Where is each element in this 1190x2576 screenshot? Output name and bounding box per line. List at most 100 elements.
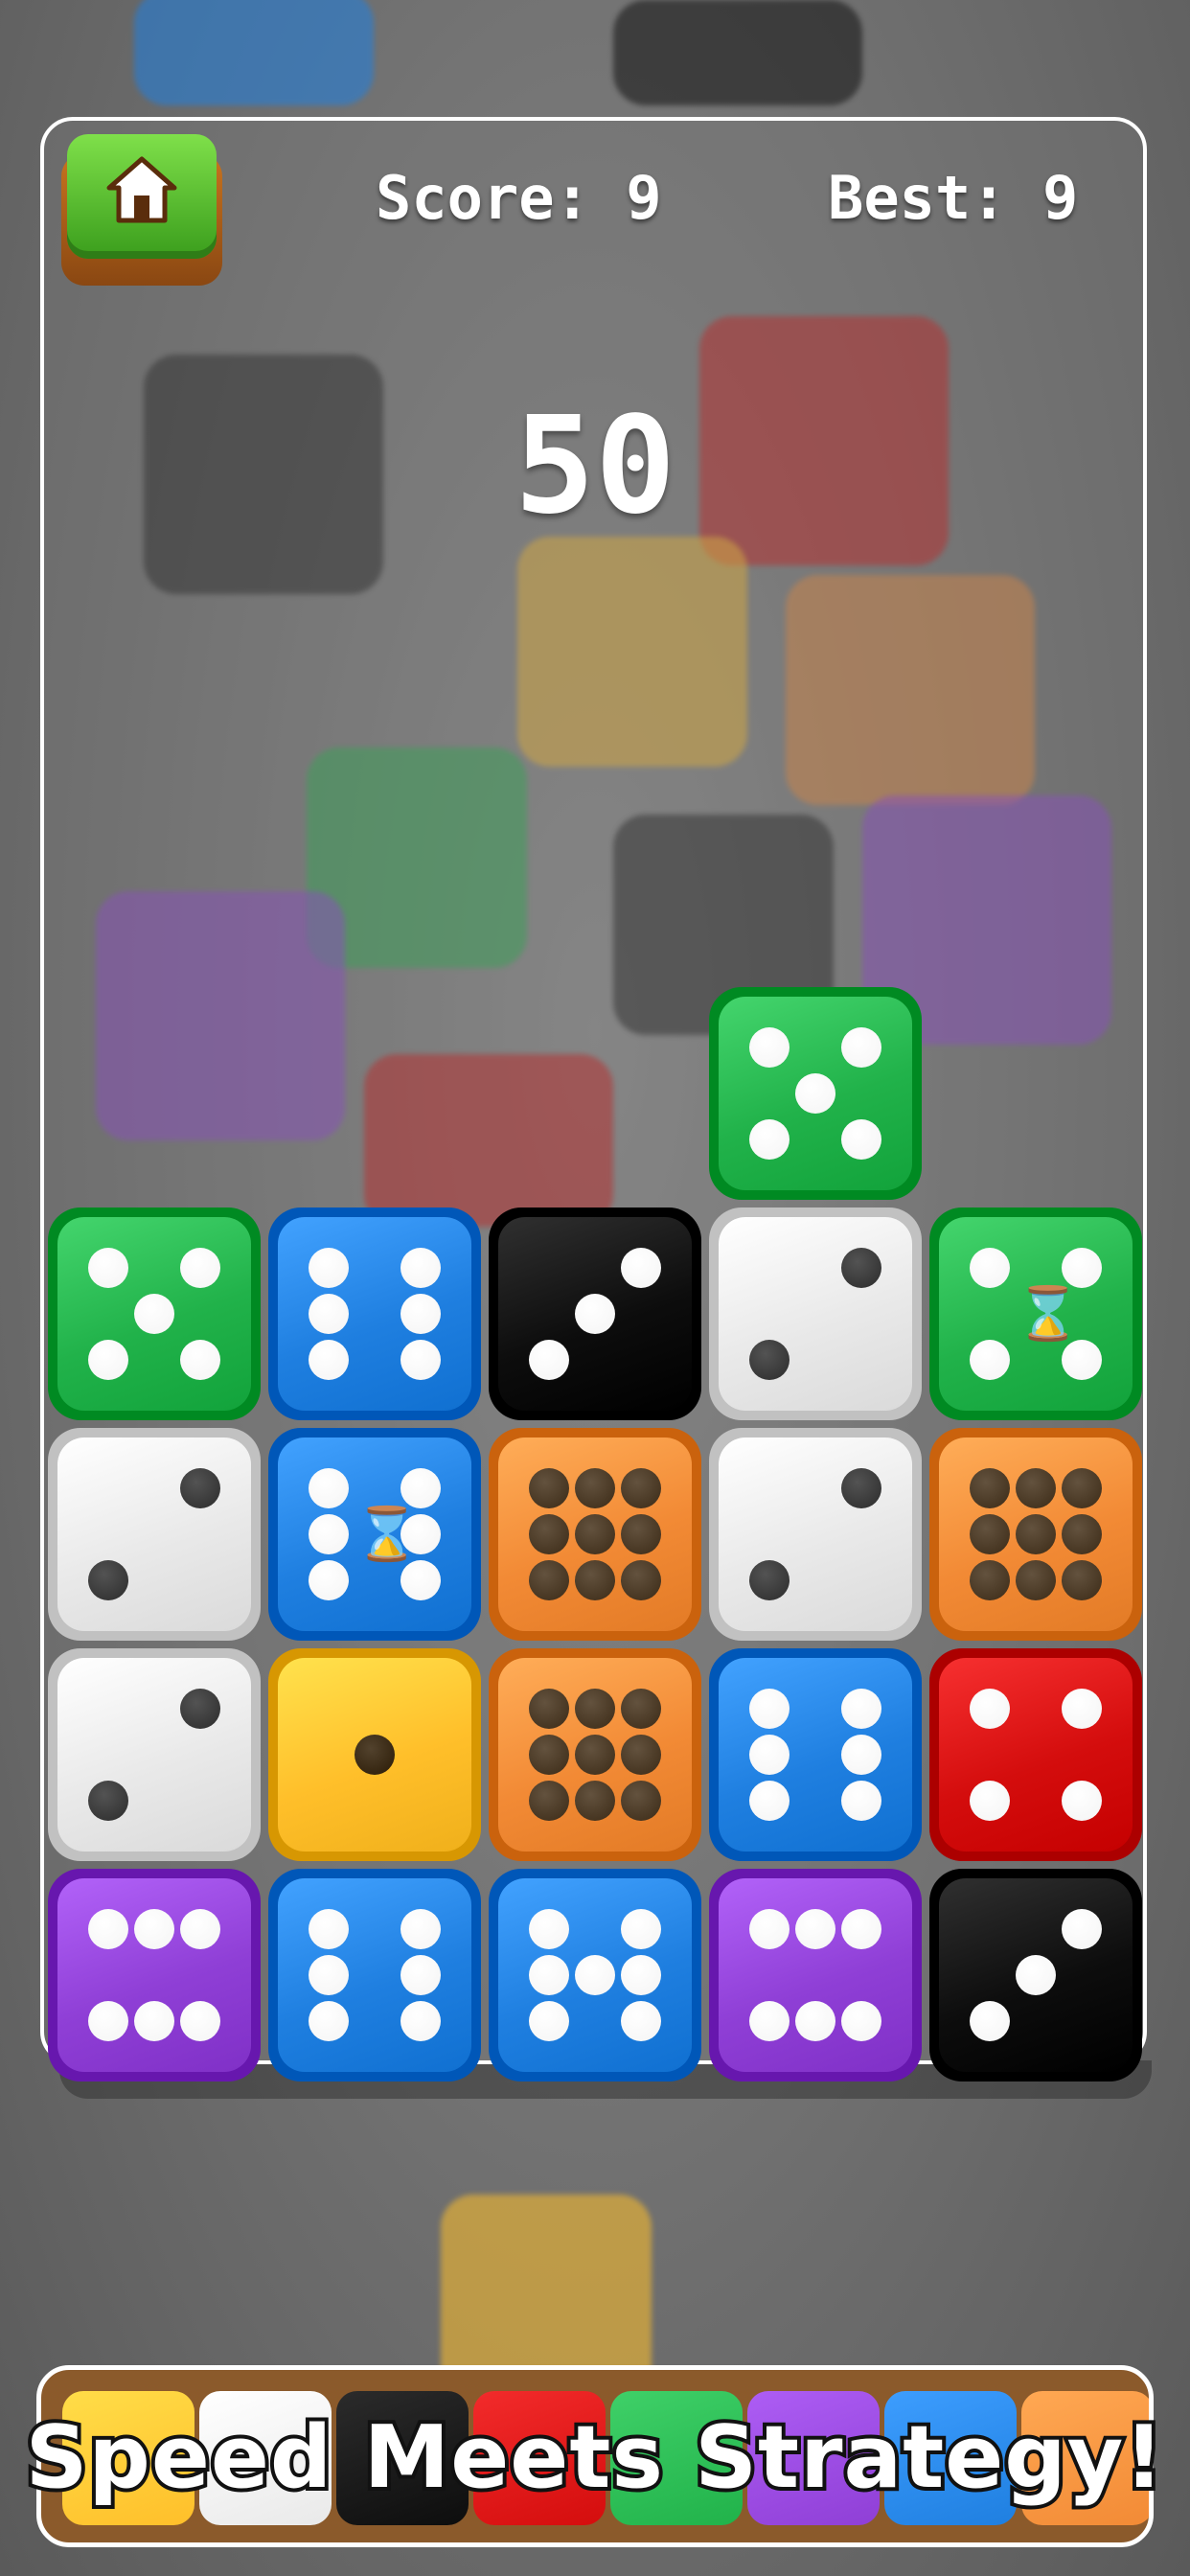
die-pip: [400, 1294, 441, 1334]
die-purple-6[interactable]: [709, 1869, 922, 2082]
die-orange-9[interactable]: [489, 1648, 701, 1861]
die-pip: [621, 1248, 661, 1288]
die-pip: [749, 2001, 790, 2041]
die-pip: [309, 1468, 349, 1508]
die-pip: [749, 1119, 790, 1160]
die-white-2[interactable]: [709, 1428, 922, 1641]
die-pip: [841, 1027, 881, 1068]
score-label: Score: 9: [376, 163, 662, 233]
die-pip: [1062, 1340, 1102, 1380]
die-pip: [841, 1119, 881, 1160]
die-pip: [575, 1689, 615, 1729]
die-pip: [970, 1689, 1010, 1729]
die-pip: [400, 1340, 441, 1380]
die-black-3[interactable]: [489, 1208, 701, 1420]
die-pip: [529, 1340, 569, 1380]
die-pip: [1062, 1514, 1102, 1554]
die-green-4[interactable]: ⌛: [929, 1208, 1142, 1420]
die-pip: [88, 1340, 128, 1380]
die-pip: [970, 2001, 1010, 2041]
die-pip: [841, 1735, 881, 1775]
die-pip: [1062, 1781, 1102, 1821]
die-pip: [575, 1955, 615, 1995]
die-pip: [575, 1560, 615, 1600]
die-blue-5[interactable]: [489, 1869, 701, 2082]
die-pip: [1062, 1468, 1102, 1508]
hourglass-icon: ⌛: [355, 1504, 420, 1564]
die-blue-6[interactable]: [268, 1208, 481, 1420]
die-pip: [309, 1560, 349, 1600]
die-pip: [400, 1560, 441, 1600]
die-pip: [749, 1735, 790, 1775]
die-orange-9[interactable]: [929, 1428, 1142, 1641]
die-pip: [88, 1909, 128, 1949]
die-pip: [88, 1781, 128, 1821]
die-pip: [749, 1781, 790, 1821]
die-pip: [970, 1340, 1010, 1380]
die-pip: [1062, 1248, 1102, 1288]
die-pip: [621, 1689, 661, 1729]
die-pip: [841, 1689, 881, 1729]
die-green-5[interactable]: [48, 1208, 261, 1420]
die-pip: [1016, 1955, 1056, 1995]
die-pip: [309, 1294, 349, 1334]
die-pip: [970, 1560, 1010, 1600]
die-pip: [621, 1468, 661, 1508]
die-pip: [970, 1781, 1010, 1821]
die-pip: [575, 1735, 615, 1775]
die-white-2[interactable]: [48, 1428, 261, 1641]
die-purple-6[interactable]: [48, 1869, 261, 2082]
die-red-4[interactable]: [929, 1648, 1142, 1861]
die-pip: [749, 1340, 790, 1380]
die-pip: [400, 1248, 441, 1288]
die-pip: [309, 1248, 349, 1288]
die-pip: [621, 1909, 661, 1949]
die-black-3[interactable]: [929, 1869, 1142, 2082]
die-face: [719, 1878, 912, 2072]
die-pip: [621, 2001, 661, 2041]
die-pip: [970, 1514, 1010, 1554]
die-face: [57, 1438, 251, 1631]
die-blue-6[interactable]: [709, 1648, 922, 1861]
die-orange-9[interactable]: [489, 1428, 701, 1641]
die-pip: [134, 1909, 174, 1949]
best-score-label: Best: 9: [828, 163, 1079, 233]
die-pip: [575, 1294, 615, 1334]
die-face: [719, 1217, 912, 1411]
die-pip: [1016, 1514, 1056, 1554]
house-icon: [106, 156, 177, 223]
home-button[interactable]: [61, 134, 222, 288]
die-pip: [88, 2001, 128, 2041]
die-pip: [841, 1909, 881, 1949]
die-pip: [309, 2001, 349, 2041]
die-yellow-1[interactable]: [268, 1648, 481, 1861]
die-white-2[interactable]: [48, 1648, 261, 1861]
die-face: [278, 1217, 471, 1411]
die-pip: [180, 1689, 220, 1729]
die-pip: [180, 1340, 220, 1380]
die-pip: [970, 1248, 1010, 1288]
tagline: Speed Meets Strategy!: [22, 2404, 1168, 2512]
die-pip: [180, 1248, 220, 1288]
die-pip: [621, 1735, 661, 1775]
die-pip: [841, 1781, 881, 1821]
die-pip: [841, 1248, 881, 1288]
die-blue-6[interactable]: ⌛: [268, 1428, 481, 1641]
countdown-timer: 50: [514, 388, 676, 544]
die-pip: [1062, 1689, 1102, 1729]
die-pip: [575, 1514, 615, 1554]
die-pip: [180, 2001, 220, 2041]
die-pip: [134, 1294, 174, 1334]
die-white-2[interactable]: [709, 1208, 922, 1420]
die-face: [939, 1658, 1133, 1852]
die-pip: [355, 1735, 395, 1775]
die-green-5-falling[interactable]: [709, 987, 922, 1200]
die-pip: [621, 1560, 661, 1600]
die-blue-6[interactable]: [268, 1869, 481, 2082]
die-pip: [795, 2001, 835, 2041]
die-pip: [529, 1781, 569, 1821]
die-pip: [400, 1468, 441, 1508]
die-pip: [1016, 1468, 1056, 1508]
die-pip: [529, 1560, 569, 1600]
die-pip: [309, 1955, 349, 1995]
